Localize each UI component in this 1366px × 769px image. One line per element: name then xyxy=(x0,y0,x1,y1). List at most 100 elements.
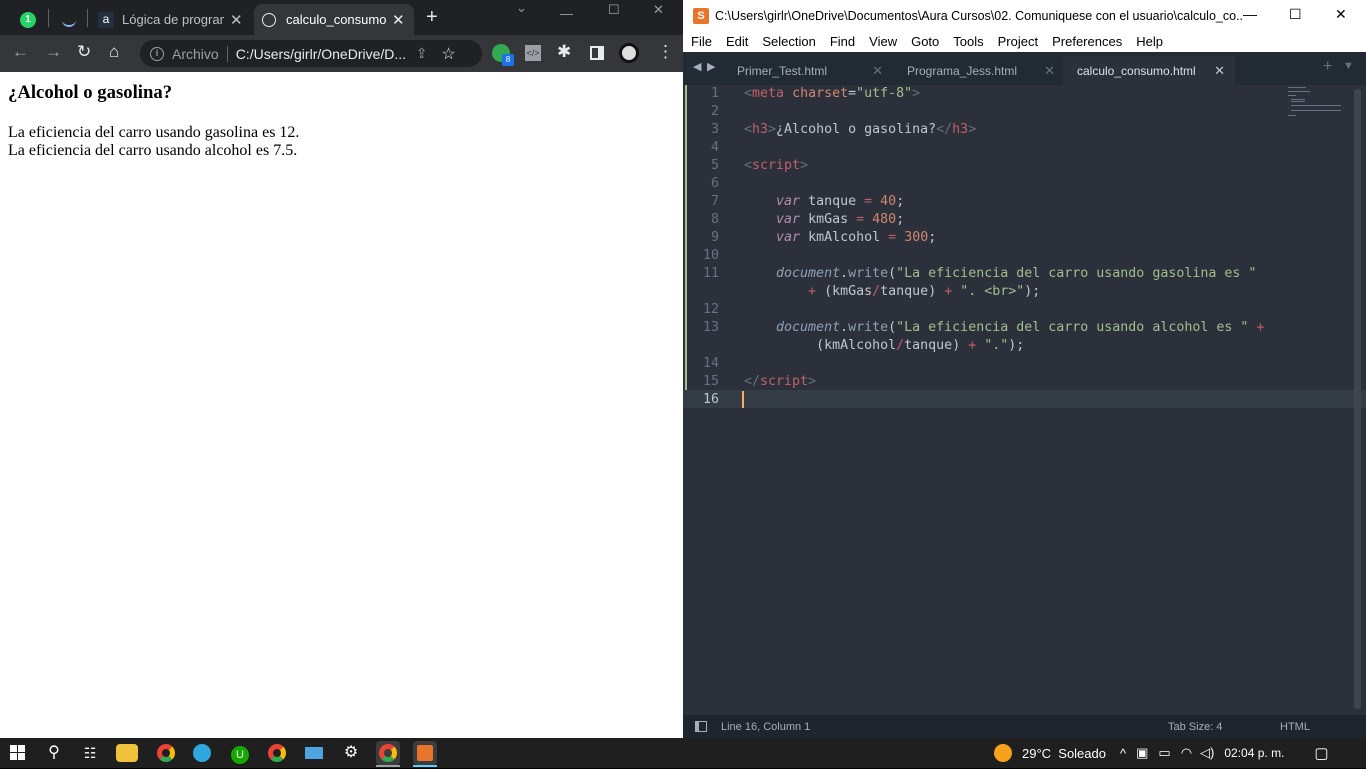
windows-start-icon[interactable] xyxy=(10,745,26,761)
menu-icon[interactable]: ⋮ xyxy=(657,42,674,62)
settings-gear-icon[interactable]: ⚙ xyxy=(339,741,363,765)
chrome-icon[interactable] xyxy=(154,741,178,765)
line-number: 12 xyxy=(702,302,719,317)
status-bar: Line 16, Column 1 Tab Size: 4 HTML xyxy=(683,715,1366,738)
menu-preferences[interactable]: Preferences xyxy=(1052,34,1122,49)
address-url: C:/Users/girlr/OneDrive/D... xyxy=(235,45,407,62)
side-panel-icon[interactable] xyxy=(590,46,604,60)
result-gasolina: La eficiencia del carro usando gasolina … xyxy=(8,124,300,141)
keyboard-icon[interactable] xyxy=(302,741,326,765)
vertical-scrollbar[interactable] xyxy=(1354,89,1361,709)
share-icon[interactable]: ⇪ xyxy=(416,45,428,62)
close-window-icon[interactable]: ✕ xyxy=(653,2,664,18)
system-tray: 29°C Soleado ^ ▣ ▭ ◠ ◁) 02:04 p. m. ▢ xyxy=(994,738,1329,768)
syntax-mode[interactable]: HTML xyxy=(1280,721,1310,733)
extension-badge: 8 xyxy=(502,54,514,66)
close-icon[interactable]: ✕ xyxy=(872,63,883,79)
menu-help[interactable]: Help xyxy=(1136,34,1163,49)
tab-label: Primer_Test.html xyxy=(737,63,828,78)
task-view-icon[interactable]: ☷ xyxy=(78,741,102,765)
close-window-icon[interactable]: ✕ xyxy=(1335,6,1347,23)
minimize-icon[interactable]: — xyxy=(560,6,573,21)
chrome-profile-icon[interactable] xyxy=(265,741,289,765)
whatsapp-icon: 1 xyxy=(20,11,36,28)
minimap[interactable] xyxy=(1283,85,1353,125)
notifications-icon[interactable]: ▢ xyxy=(1314,744,1328,762)
line-number: 11 xyxy=(702,266,719,281)
sun-icon xyxy=(994,744,1012,762)
edge-icon[interactable] xyxy=(190,741,214,765)
menu-tools[interactable]: Tools xyxy=(953,34,983,49)
editor-tab-programa-jess[interactable]: Programa_Jess.html ✕ xyxy=(893,56,1065,85)
search-icon[interactable]: ⚲ xyxy=(42,741,66,765)
battery-icon[interactable]: ▭ xyxy=(1158,745,1170,761)
devtools-extension-icon[interactable]: </> xyxy=(525,45,541,61)
line-number: 10 xyxy=(702,248,719,263)
back-icon[interactable]: ← xyxy=(12,42,29,62)
reload-icon[interactable]: ↻ xyxy=(77,42,91,62)
line-number: 2 xyxy=(710,104,719,119)
sublime-text-icon[interactable] xyxy=(413,741,437,765)
line-number: 16 xyxy=(702,392,719,407)
avatar[interactable] xyxy=(619,43,639,63)
address-bar[interactable]: i Archivo C:/Users/girlr/OneDrive/D... ⇪… xyxy=(140,40,482,67)
tab-size[interactable]: Tab Size: 4 xyxy=(1168,721,1280,733)
panel-toggle-icon[interactable] xyxy=(695,721,707,732)
menu-file[interactable]: File xyxy=(691,34,712,49)
code-line: <meta charset="utf-8"> xyxy=(744,86,921,101)
window-title: C:\Users\girlr\OneDrive\Documentos\Aura … xyxy=(715,8,1243,23)
menu-view[interactable]: View xyxy=(869,34,897,49)
menu-edit[interactable]: Edit xyxy=(726,34,748,49)
code-line: (kmAlcohol/tanque) + "."); xyxy=(816,338,1025,353)
chrome-running-icon[interactable] xyxy=(376,741,400,765)
tab-calculo-consumo[interactable]: calculo_consumo.h ✕ xyxy=(254,4,414,35)
line-number: 15 xyxy=(702,374,719,389)
tab-label: Lógica de program xyxy=(122,12,224,27)
maximize-icon[interactable]: ☐ xyxy=(1289,6,1302,23)
line-number-gutter: 1 2 3 4 5 6 7 8 9 10 11 12 13 14 15 16 xyxy=(683,85,743,715)
extension-icon[interactable]: 8 xyxy=(492,44,514,66)
clock[interactable]: 02:04 p. m. xyxy=(1224,746,1284,760)
star-icon[interactable]: ☆ xyxy=(441,44,455,64)
meet-now-icon[interactable]: ▣ xyxy=(1136,745,1148,761)
chevron-down-icon[interactable]: ▼ xyxy=(1343,60,1354,72)
line-number: 1 xyxy=(710,86,719,101)
maximize-icon[interactable]: ☐ xyxy=(608,2,620,18)
tab-logica[interactable]: a Lógica de program ✕ xyxy=(92,4,250,35)
close-icon[interactable]: ✕ xyxy=(1214,63,1225,79)
tab-nav-right-icon[interactable]: ▶ xyxy=(707,60,715,73)
wifi-icon[interactable]: ◠ xyxy=(1181,745,1192,761)
line-number: 4 xyxy=(710,140,719,155)
tab-whatsapp[interactable]: 1 xyxy=(8,4,48,35)
close-icon[interactable]: ✕ xyxy=(230,11,243,29)
weather-text[interactable]: 29°C Soleado xyxy=(1022,746,1106,761)
menu-project[interactable]: Project xyxy=(998,34,1038,49)
line-number: 14 xyxy=(702,356,719,371)
menu-goto[interactable]: Goto xyxy=(911,34,939,49)
volume-icon[interactable]: ◁) xyxy=(1200,745,1214,761)
line-number: 7 xyxy=(710,194,719,209)
file-explorer-icon[interactable] xyxy=(116,744,138,762)
new-tab-icon[interactable]: + xyxy=(1323,58,1332,76)
menu-find[interactable]: Find xyxy=(830,34,855,49)
new-tab-icon[interactable]: + xyxy=(426,6,438,29)
chevron-up-icon[interactable]: ^ xyxy=(1120,746,1126,761)
chevron-down-icon[interactable]: ⌄ xyxy=(516,0,527,16)
info-icon[interactable]: i xyxy=(150,46,164,61)
divider xyxy=(226,45,228,62)
chrome-tab-strip: 1 a Lógica de program ✕ calculo_consumo.… xyxy=(0,0,683,35)
upwork-icon[interactable]: U xyxy=(228,741,252,765)
tab-nav-left-icon[interactable]: ◀ xyxy=(693,60,701,73)
editor-tab-primer-test[interactable]: Primer_Test.html ✕ xyxy=(723,56,893,85)
code-editor[interactable]: 1 2 3 4 5 6 7 8 9 10 11 12 13 14 15 16 <… xyxy=(683,85,1366,715)
home-icon[interactable]: ⌂ xyxy=(109,42,119,62)
puzzle-icon[interactable]: ✱ xyxy=(557,42,571,62)
menu-selection[interactable]: Selection xyxy=(762,34,815,49)
close-icon[interactable]: ✕ xyxy=(392,11,405,29)
tab-loading[interactable] xyxy=(52,4,86,35)
close-icon[interactable]: ✕ xyxy=(1044,63,1055,79)
editor-tab-calculo-consumo[interactable]: calculo_consumo.html ✕ xyxy=(1063,56,1235,85)
tab-label: Programa_Jess.html xyxy=(907,63,1018,78)
minimize-icon[interactable]: — xyxy=(1243,6,1257,22)
forward-icon[interactable]: → xyxy=(45,42,62,62)
